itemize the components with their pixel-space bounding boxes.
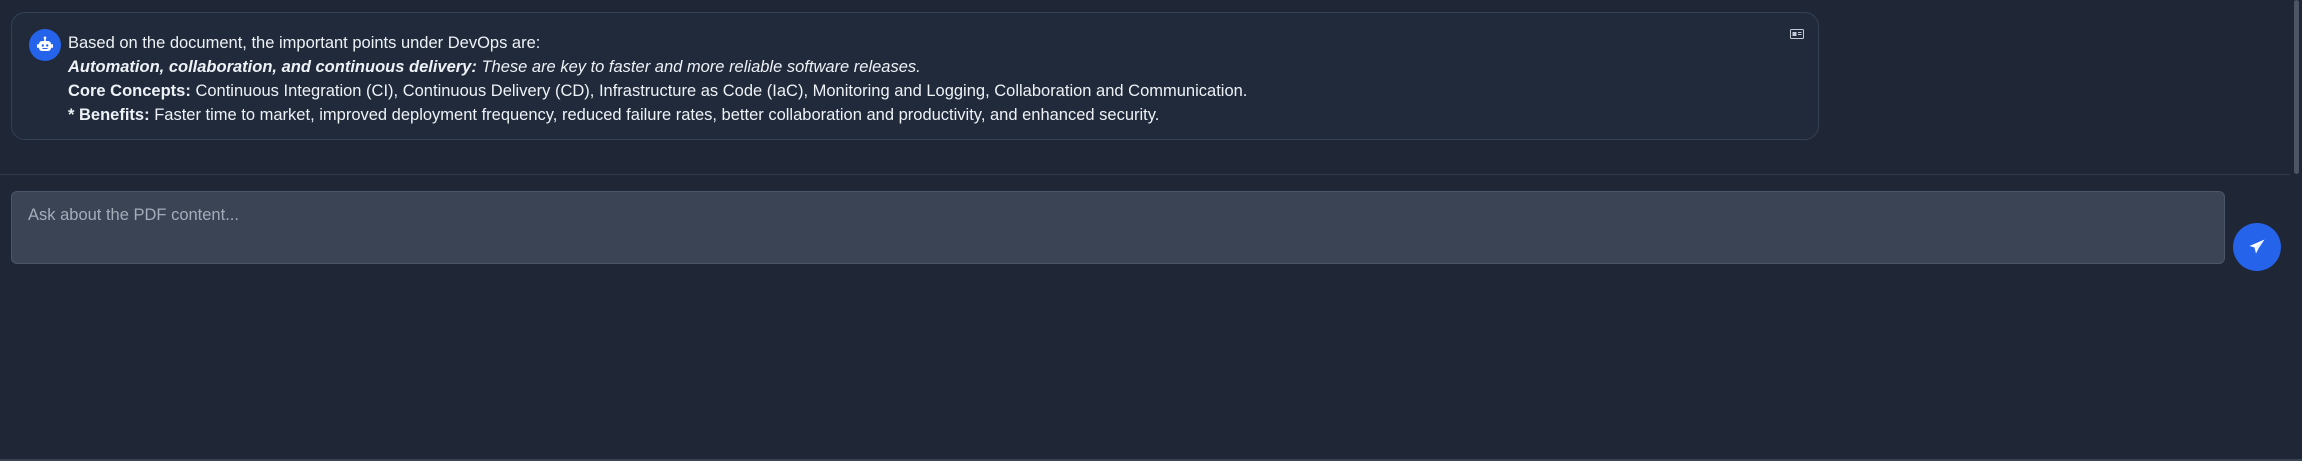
benefits-label: * Benefits: bbox=[68, 106, 150, 124]
send-button[interactable] bbox=[2233, 223, 2281, 271]
message-highlight: Automation, collaboration, and continuou… bbox=[68, 55, 1247, 79]
scrollbar-thumb[interactable] bbox=[2294, 0, 2299, 174]
benefits-text: Faster time to market, improved deployme… bbox=[149, 106, 1160, 124]
chat-input[interactable] bbox=[11, 191, 2225, 264]
highlight-label: Automation, collaboration, and continuou… bbox=[68, 58, 477, 76]
message-list: Based on the document, the important poi… bbox=[0, 0, 2290, 175]
message-intro: Based on the document, the important poi… bbox=[68, 34, 541, 52]
copy-icon[interactable] bbox=[1789, 28, 1805, 40]
message-core-concepts: Core Concepts: Continuous Integration (C… bbox=[68, 79, 1247, 103]
scrollbar-track[interactable] bbox=[2290, 0, 2302, 461]
chat-app: Based on the document, the important poi… bbox=[0, 0, 2302, 461]
message-content: Based on the document, the important poi… bbox=[68, 31, 1247, 127]
message-benefits: * Benefits: Faster time to market, impro… bbox=[68, 103, 1247, 127]
highlight-text: These are key to faster and more reliabl… bbox=[476, 58, 921, 76]
bot-message: Based on the document, the important poi… bbox=[11, 12, 1819, 140]
core-concepts-text: Continuous Integration (CI), Continuous … bbox=[190, 82, 1248, 100]
robot-icon bbox=[29, 29, 61, 61]
paper-plane-icon bbox=[2249, 239, 2265, 254]
core-concepts-label: Core Concepts: bbox=[68, 82, 191, 100]
